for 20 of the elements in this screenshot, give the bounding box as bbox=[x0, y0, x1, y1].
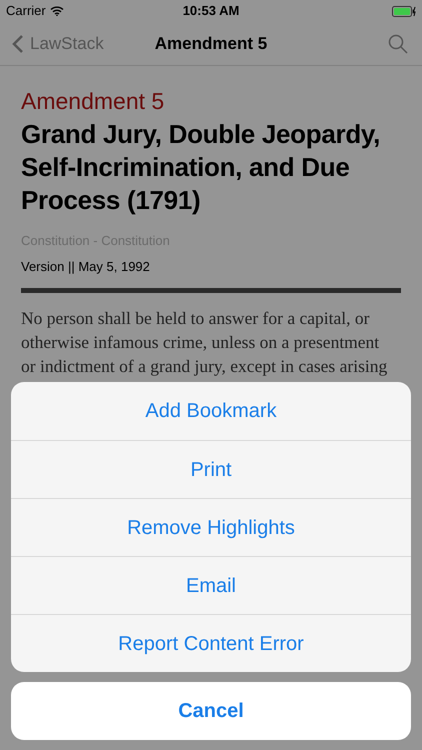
body-text: No person shall be held to answer for a capital, or bbox=[21, 307, 370, 330]
carrier-label: Carrier bbox=[6, 2, 46, 20]
amendment-number: Amendment 5 bbox=[21, 87, 166, 116]
chevron-left-icon bbox=[12, 34, 24, 54]
action-item[interactable]: Email bbox=[11, 556, 411, 614]
battery-icon bbox=[392, 6, 416, 16]
action-item[interactable]: Print bbox=[11, 440, 411, 498]
body-text: or indictment of a grand jury, except in cases arising bbox=[21, 355, 388, 378]
amendment-title: Grand Jury, Double Jeopardy, Self-Incrimination, and Due Process (1791) bbox=[21, 118, 382, 217]
status-time: 10:53 AM bbox=[182, 2, 240, 20]
search-icon bbox=[388, 34, 408, 54]
wifi-icon bbox=[50, 6, 64, 16]
cancel-button[interactable]: Cancel bbox=[11, 682, 411, 740]
nav-title: Amendment 5 bbox=[154, 32, 268, 55]
body-text: otherwise infamous crime, unless on a presentment bbox=[21, 331, 380, 354]
action-item[interactable]: Remove Highlights bbox=[11, 498, 411, 556]
version-label: Version || May 5, 1992 bbox=[21, 258, 151, 276]
action-item[interactable]: Add Bookmark bbox=[11, 382, 411, 440]
back-button[interactable]: LawStack bbox=[12, 30, 122, 56]
action-item[interactable]: Report Content Error bbox=[11, 614, 411, 672]
